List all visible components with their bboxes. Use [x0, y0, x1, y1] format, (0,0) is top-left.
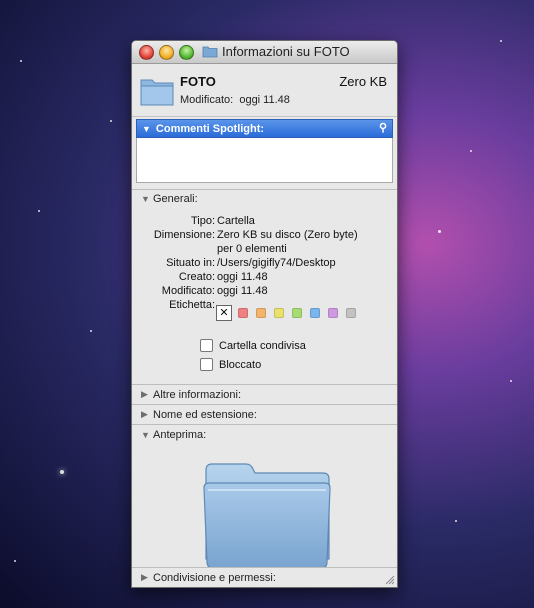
folder-icon: [140, 79, 174, 106]
file-header: FOTO Zero KB Modificato: oggi 11.48: [132, 64, 397, 117]
section-sharing-permissions-label: Condivisione e permessi:: [153, 571, 276, 584]
section-sharing-permissions[interactable]: ▶ Condivisione e permessi:: [132, 567, 397, 587]
resize-grip-icon[interactable]: [385, 575, 395, 585]
folder-icon: [203, 463, 331, 569]
color-label-picker: ✕: [216, 305, 364, 321]
label-yellow-swatch[interactable]: [274, 308, 284, 318]
file-name: FOTO: [180, 74, 216, 89]
section-general-label: Generali:: [153, 193, 198, 205]
label-orange-swatch[interactable]: [256, 308, 266, 318]
label-purple-swatch[interactable]: [328, 308, 338, 318]
zoom-button[interactable]: [179, 45, 194, 60]
disclosure-triangle-icon: ▼: [141, 194, 150, 204]
general-details: Tipo: Cartella Dimensione: Zero KB su di…: [132, 208, 397, 384]
type-label: Tipo:: [190, 215, 215, 227]
info-window: Informazioni su FOTO FOTO Zero KB Modifi…: [131, 40, 398, 588]
shared-folder-checkbox[interactable]: [200, 339, 213, 352]
section-more-info[interactable]: ▶ Altre informazioni:: [132, 384, 397, 404]
disclosure-triangle-icon: ▶: [141, 389, 148, 399]
label-red-swatch[interactable]: [238, 308, 248, 318]
minimize-button[interactable]: [159, 45, 174, 60]
shared-folder-option[interactable]: Cartella condivisa: [200, 339, 306, 352]
label-gray-swatch[interactable]: [346, 308, 356, 318]
label-green-swatch[interactable]: [292, 308, 302, 318]
section-preview[interactable]: ▼ Anteprima:: [132, 424, 397, 444]
location-label: Situato in:: [166, 257, 215, 269]
folder-icon: [202, 46, 218, 58]
disclosure-triangle-icon: ▶: [141, 409, 148, 419]
disclosure-triangle-icon: ▼: [141, 429, 150, 440]
spotlight-comments-header[interactable]: ▼ Commenti Spotlight: ⚲: [136, 119, 393, 138]
disclosure-triangle-icon: ▼: [142, 123, 151, 134]
section-more-info-label: Altre informazioni:: [153, 388, 242, 401]
window-title: Informazioni su FOTO: [222, 44, 350, 59]
modified-label: Modificato:: [161, 285, 215, 297]
label-blue-swatch[interactable]: [310, 308, 320, 318]
items-value: per 0 elementi: [217, 243, 287, 255]
created-label: Creato:: [178, 271, 215, 283]
search-icon: ⚲: [378, 122, 387, 134]
section-name-extension[interactable]: ▶ Nome ed estensione:: [132, 404, 397, 424]
file-modified: Modificato: oggi 11.48: [180, 94, 290, 106]
location-value: /Users/gigifly74/Desktop: [217, 257, 336, 269]
no-label-button[interactable]: ✕: [216, 305, 232, 321]
color-label-label: Etichetta:: [169, 299, 215, 311]
disclosure-triangle-icon: ▶: [141, 572, 148, 582]
locked-option[interactable]: Bloccato: [200, 358, 261, 371]
spotlight-comments-field[interactable]: [136, 138, 393, 183]
created-value: oggi 11.48: [217, 271, 268, 283]
shared-folder-label: Cartella condivisa: [219, 339, 306, 352]
title-bar[interactable]: Informazioni su FOTO: [132, 41, 397, 64]
section-preview-label: Anteprima:: [153, 428, 207, 441]
modified-value: oggi 11.48: [217, 285, 268, 297]
size-value: Zero KB su disco (Zero byte): [217, 229, 358, 241]
file-size: Zero KB: [339, 74, 387, 89]
section-general[interactable]: ▼ Generali:: [132, 189, 397, 208]
locked-label: Bloccato: [219, 358, 262, 371]
close-button[interactable]: [139, 45, 154, 60]
locked-checkbox[interactable]: [200, 358, 213, 371]
type-value: Cartella: [217, 215, 255, 227]
size-label: Dimensione:: [153, 229, 215, 241]
section-name-extension-label: Nome ed estensione:: [153, 408, 257, 421]
spotlight-comments-label: Commenti Spotlight:: [155, 122, 265, 135]
